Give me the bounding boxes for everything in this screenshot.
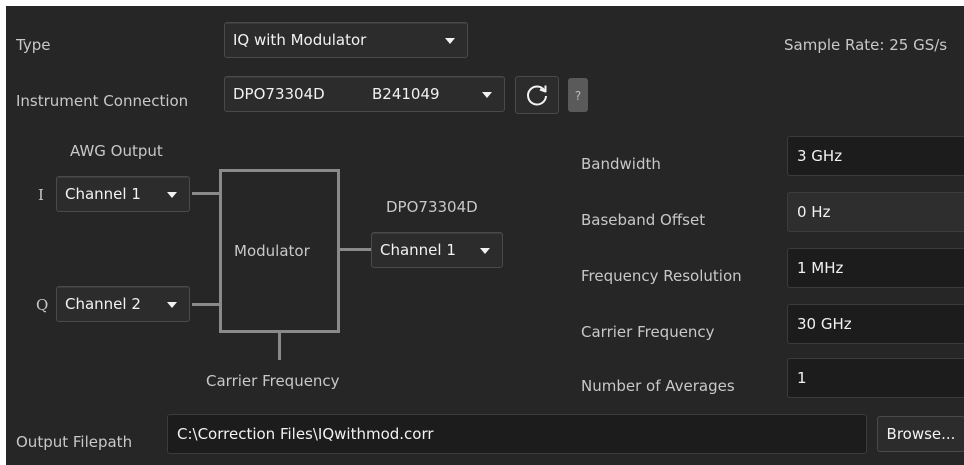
chevron-down-icon	[167, 302, 177, 308]
type-dropdown[interactable]: IQ with Modulator	[224, 22, 468, 58]
number-of-averages-label: Number of Averages	[581, 377, 735, 395]
q-channel-dropdown[interactable]: Channel 2	[56, 286, 190, 322]
browse-button[interactable]: Browse...	[877, 416, 964, 452]
type-dropdown-value: IQ with Modulator	[233, 31, 367, 49]
help-button[interactable]: ?	[568, 78, 588, 112]
chevron-down-icon	[167, 192, 177, 198]
modulator-block: Modulator	[219, 169, 340, 333]
q-channel-label: Q	[36, 296, 49, 314]
frequency-resolution-field[interactable]: 1 MHz	[787, 248, 964, 288]
carrier-connector-line	[278, 332, 281, 360]
i-channel-label: I	[38, 186, 44, 204]
carrier-frequency-label: Carrier Frequency	[581, 323, 715, 341]
instrument-dropdown[interactable]: DPO73304D B241049	[224, 76, 505, 112]
frequency-resolution-label: Frequency Resolution	[581, 267, 742, 285]
scope-model-label: DPO73304D	[386, 198, 478, 216]
baseband-offset-label: Baseband Offset	[581, 211, 706, 229]
instrument-connection-label: Instrument Connection	[16, 92, 189, 110]
type-label: Type	[16, 36, 51, 54]
instrument-serial: B241049	[372, 85, 440, 103]
scope-channel-dropdown[interactable]: Channel 1	[371, 232, 503, 268]
q-connector-line	[192, 303, 220, 306]
output-filepath-label: Output Filepath	[16, 433, 133, 451]
scope-channel-value: Channel 1	[380, 241, 456, 259]
chevron-down-icon	[482, 92, 492, 98]
i-channel-dropdown[interactable]: Channel 1	[56, 176, 190, 212]
output-connector-line	[339, 248, 371, 251]
bandwidth-field[interactable]: 3 GHz	[787, 136, 964, 176]
i-channel-value: Channel 1	[65, 185, 141, 203]
chevron-down-icon	[445, 38, 455, 44]
refresh-button[interactable]	[515, 76, 559, 114]
refresh-icon	[527, 85, 547, 106]
output-filepath-field[interactable]: C:\Correction Files\IQwithmod.corr	[167, 414, 867, 454]
bandwidth-label: Bandwidth	[581, 155, 661, 173]
i-connector-line	[192, 192, 220, 195]
awg-output-label: AWG Output	[70, 142, 163, 160]
chevron-down-icon	[480, 248, 490, 254]
carrier-frequency-diagram-label: Carrier Frequency	[206, 372, 340, 390]
carrier-frequency-field[interactable]: 30 GHz	[787, 304, 964, 344]
number-of-averages-field[interactable]: 1	[787, 358, 964, 398]
q-channel-value: Channel 2	[65, 295, 141, 313]
instrument-model: DPO73304D	[233, 85, 325, 103]
sample-rate-text: Sample Rate: 25 GS/s	[784, 36, 948, 54]
calibration-settings-panel: Type IQ with Modulator Sample Rate: 25 G…	[0, 0, 964, 465]
modulator-label: Modulator	[234, 242, 310, 260]
baseband-offset-field[interactable]: 0 Hz	[787, 192, 964, 232]
